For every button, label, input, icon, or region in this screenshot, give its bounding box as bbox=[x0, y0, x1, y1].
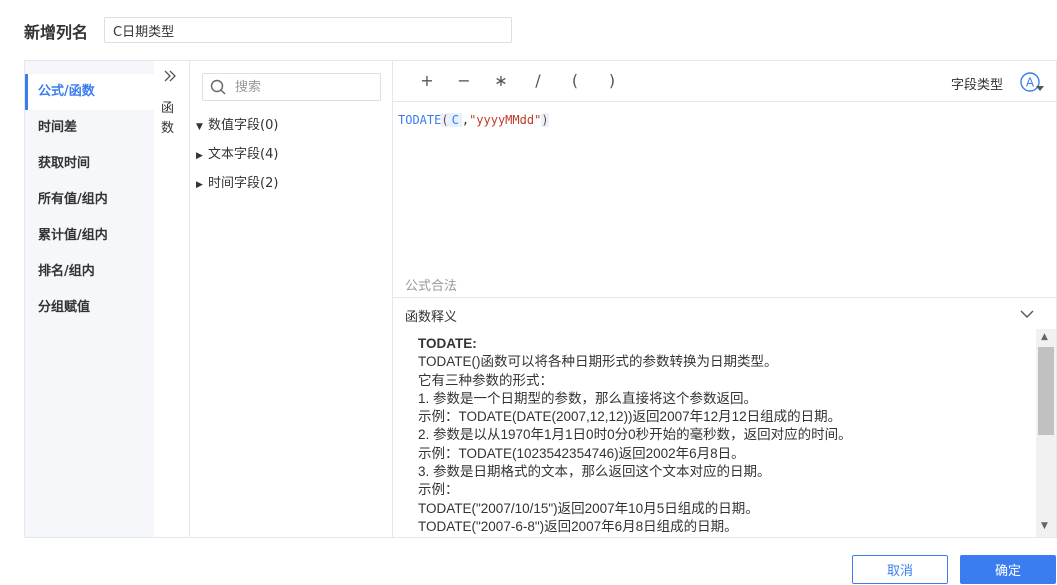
description-line: 2. 参数是以从1970年1月1日0时0分0秒开始的毫秒数，返回对应的时间。 bbox=[418, 427, 852, 443]
scroll-up-icon[interactable]: ▲ bbox=[1041, 332, 1048, 342]
field-type-label: 字段类型 bbox=[951, 78, 1004, 93]
svg-text:A: A bbox=[1026, 76, 1035, 90]
formula-input-area[interactable]: TODATE(C ,"yyyyMMdd") bbox=[393, 102, 1056, 296]
function-tab-label-line1: 函 bbox=[161, 101, 175, 116]
category-sidebar: 公式/函数 时间差 获取时间 所有值/组内 累计值/组内 排名/组内 分组赋值 bbox=[25, 61, 154, 537]
tree-group-label: 时间字段(2) bbox=[208, 176, 279, 191]
description-line: 它有三种参数的形式： bbox=[418, 372, 553, 388]
search-icon bbox=[210, 79, 226, 95]
formula-editor-panel: + − ∗ / ( ) 字段类型 A TODATE(C ,"yyyyMMdd") … bbox=[393, 61, 1056, 537]
description-line: TODATE("2007/10/15")返回2007年10月5日组成的日期。 bbox=[418, 500, 759, 516]
confirm-button[interactable]: 确定 bbox=[960, 555, 1056, 584]
category-get-time[interactable]: 获取时间 bbox=[25, 146, 154, 182]
description-scrollbar[interactable]: ▲ ▼ bbox=[1036, 329, 1056, 537]
description-line: 示例：TODATE(DATE(2007,12,12))返回2007年12月12日… bbox=[418, 409, 842, 425]
caret-down-icon: ▼ bbox=[196, 122, 203, 132]
category-time-difference[interactable]: 时间差 bbox=[25, 110, 154, 146]
column-name-input[interactable] bbox=[104, 17, 512, 43]
description-function-name: TODATE: bbox=[418, 336, 477, 351]
tree-group-numeric-fields[interactable]: ▼ 数值字段(0) bbox=[196, 115, 278, 137]
minus-button[interactable]: − bbox=[452, 71, 476, 91]
close-paren-button[interactable]: ) bbox=[600, 71, 624, 91]
formula-field-token: C bbox=[448, 113, 462, 127]
open-paren-button[interactable]: ( bbox=[563, 71, 587, 91]
description-line: 1. 参数是一个日期型的参数，那么直接将这个参数返回。 bbox=[418, 390, 758, 406]
description-line: 示例：TODATE(1023542354746)返回2002年6月8日。 bbox=[418, 445, 745, 461]
description-body: TODATE: TODATE()函数可以将各种日期形式的参数转换为日期类型。 它… bbox=[393, 329, 1036, 537]
formula-string-token: "yyyyMMdd" bbox=[469, 113, 542, 127]
caret-right-icon: ▶ bbox=[196, 180, 203, 190]
tree-group-label: 文本字段(4) bbox=[208, 147, 279, 162]
field-search-box bbox=[202, 73, 381, 101]
divide-button[interactable]: / bbox=[526, 71, 550, 91]
formula-open-paren: ( bbox=[441, 113, 449, 127]
description-line: 3. 参数是日期格式的文本，那么返回这个文本对应的日期。 bbox=[418, 464, 771, 480]
category-formula-function[interactable]: 公式/函数 bbox=[25, 74, 154, 110]
description-line: 示例： bbox=[418, 482, 459, 498]
formula-status: 公式合法 bbox=[405, 279, 458, 294]
field-tree-panel: ▼ 数值字段(0) ▶ 文本字段(4) ▶ 时间字段(2) bbox=[190, 61, 393, 537]
formula-function-token: TODATE bbox=[398, 113, 442, 127]
double-chevron-right-icon[interactable] bbox=[163, 69, 177, 83]
description-line: TODATE()函数可以将各种日期形式的参数转换为日期类型。 bbox=[418, 354, 778, 370]
category-cumulative-in-group[interactable]: 累计值/组内 bbox=[25, 218, 154, 254]
formula-comma: , bbox=[461, 113, 470, 127]
field-search-input[interactable] bbox=[235, 77, 375, 97]
tree-group-text-fields[interactable]: ▶ 文本字段(4) bbox=[196, 144, 278, 166]
category-all-values-in-group[interactable]: 所有值/组内 bbox=[25, 182, 154, 218]
category-rank-in-group[interactable]: 排名/组内 bbox=[25, 254, 154, 290]
function-tab-label-line2: 数 bbox=[161, 121, 175, 136]
caret-down-icon[interactable] bbox=[1036, 86, 1044, 91]
tree-group-label: 数值字段(0) bbox=[208, 118, 279, 133]
description-header[interactable]: 函数释义 bbox=[393, 297, 1056, 329]
description-line: TODATE("2007-6-8")返回2007年6月8日组成的日期。 bbox=[418, 518, 738, 534]
scroll-down-icon[interactable]: ▼ bbox=[1041, 521, 1048, 531]
plus-button[interactable]: + bbox=[415, 71, 439, 91]
function-collapse-column: 函 数 bbox=[154, 61, 190, 537]
caret-right-icon: ▶ bbox=[196, 151, 203, 161]
function-tab-label[interactable]: 函 数 bbox=[161, 99, 177, 139]
chevron-down-icon[interactable] bbox=[1019, 306, 1035, 322]
category-group-assign[interactable]: 分组赋值 bbox=[25, 290, 154, 326]
cancel-button[interactable]: 取消 bbox=[852, 555, 948, 584]
formula-close-paren: ) bbox=[541, 113, 549, 127]
formula-editor-frame: 公式/函数 时间差 获取时间 所有值/组内 累计值/组内 排名/组内 分组赋值 … bbox=[24, 60, 1057, 538]
description-title: 函数释义 bbox=[405, 310, 458, 325]
tree-group-time-fields[interactable]: ▶ 时间字段(2) bbox=[196, 173, 278, 195]
operator-toolbar: + − ∗ / ( ) 字段类型 A bbox=[393, 61, 1056, 102]
dialog-title: 新增列名 bbox=[24, 23, 89, 42]
scrollbar-thumb[interactable] bbox=[1038, 347, 1054, 435]
multiply-button[interactable]: ∗ bbox=[489, 71, 513, 91]
